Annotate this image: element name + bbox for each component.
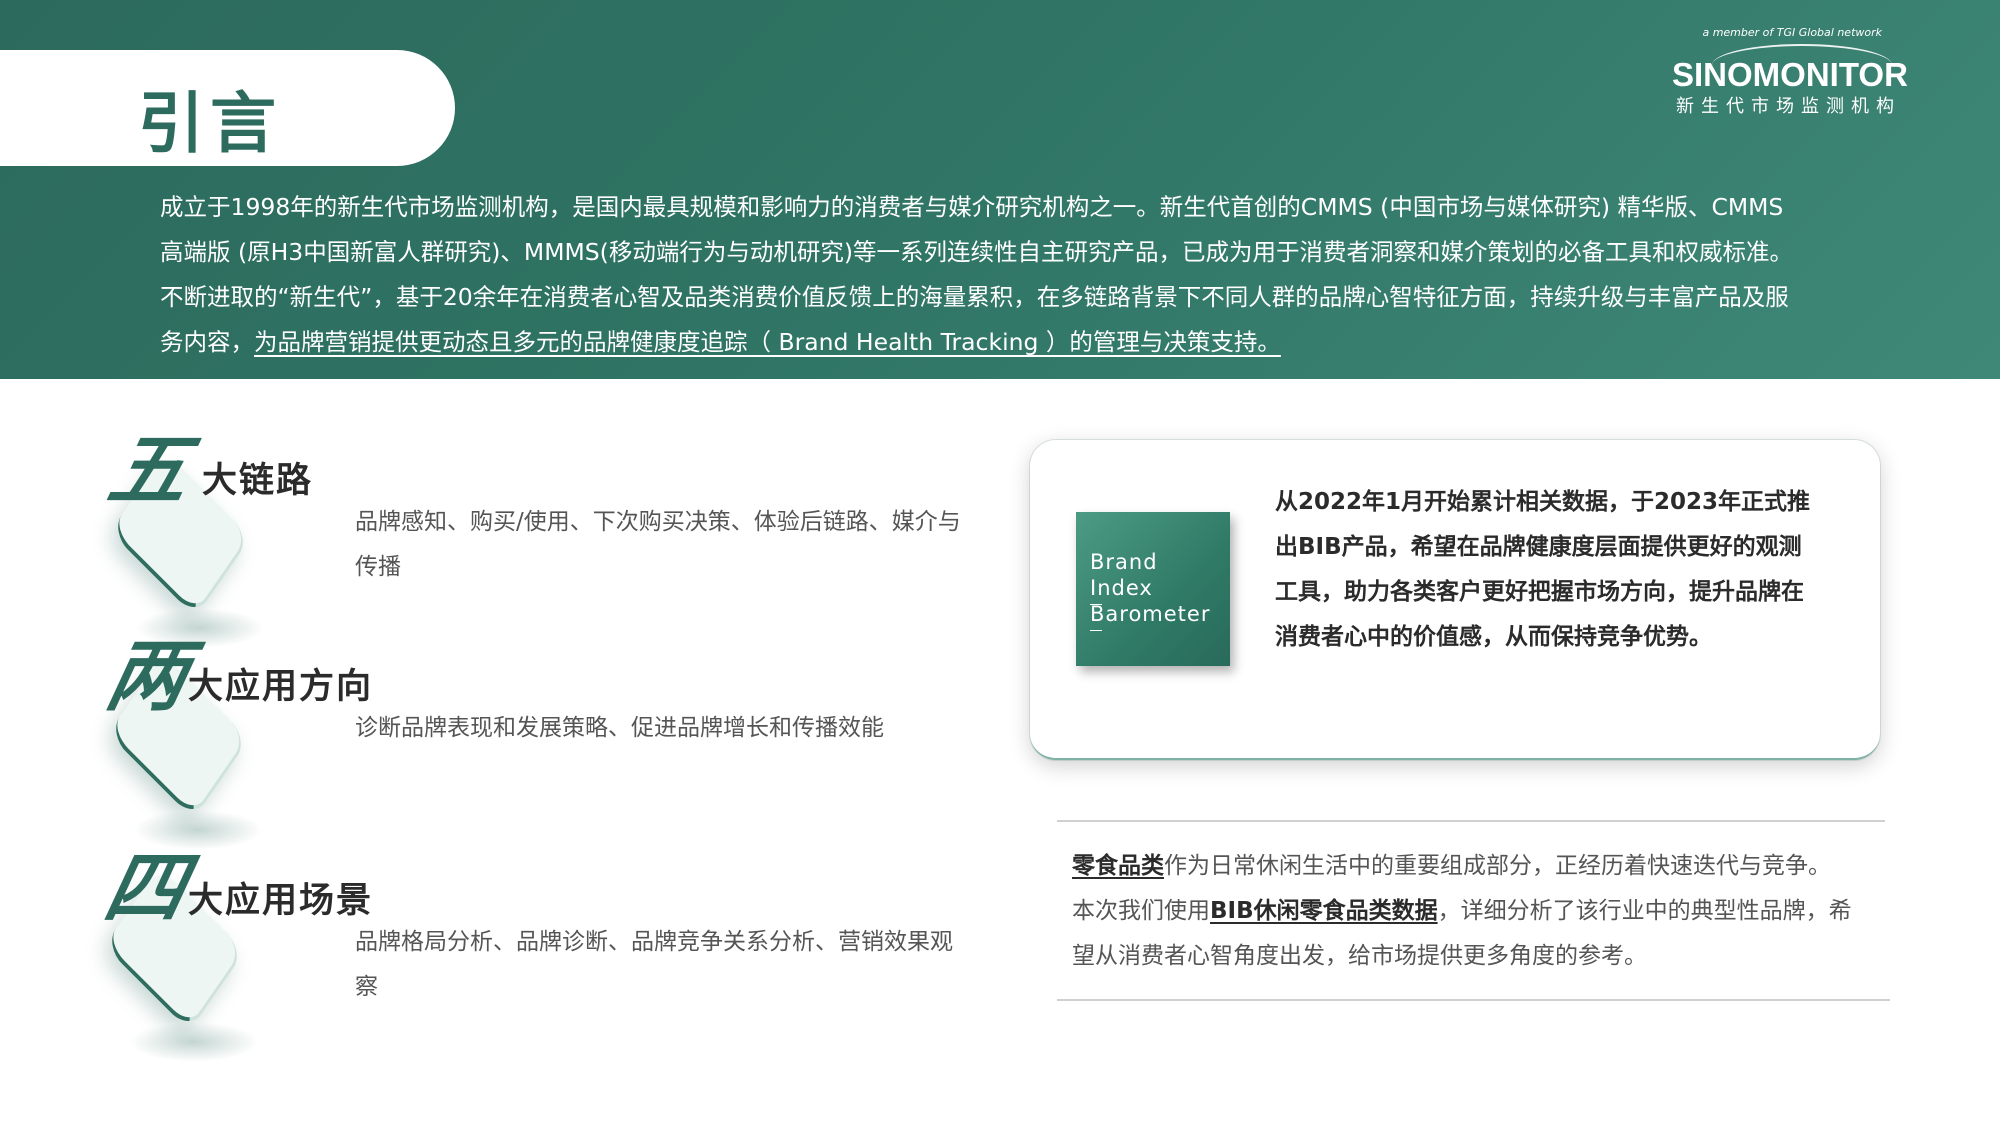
intro-paragraph: 成立于1998年的新生代市场监测机构，是国内最具规模和影响力的消费者与媒介研究机… bbox=[160, 185, 1920, 365]
snack-paragraph: 零食品类作为日常休闲生活中的重要组成部分，正经历着快速迭代与竞争。本次我们使用B… bbox=[1072, 844, 1852, 979]
section-3-title: 大应用场景 bbox=[188, 881, 374, 921]
logo-tagline: a member of TGI Global network bbox=[1702, 26, 1882, 39]
intro-highlight: 为品牌营销提供更动态且多元的品牌健康度追踪（ Brand Health Trac… bbox=[254, 328, 1281, 356]
logo-wordmark: SINOMONITOR bbox=[1672, 56, 1908, 93]
intro-line: 不断进取的“新生代”，基于20余年在消费者心智及品类消费价值反馈上的海量累积，在… bbox=[160, 283, 1789, 311]
divider-bottom bbox=[1057, 999, 1890, 1001]
header-banner: 引言 a member of TGI Global network SINOMO… bbox=[0, 0, 2000, 379]
section-1-title: 大链路 bbox=[202, 461, 314, 501]
bib-logo-line: Barometer bbox=[1090, 602, 1211, 626]
snack-keyword: 零食品类 bbox=[1072, 853, 1164, 879]
snack-data-keyword: BIB休闲零食品类数据 bbox=[1210, 898, 1438, 924]
bib-logo-line: Index bbox=[1090, 576, 1153, 600]
sinomonitor-logo: a member of TGI Global network SINOMONIT… bbox=[1660, 18, 1920, 118]
bib-logo-underline bbox=[1090, 630, 1102, 631]
section-2-title: 大应用方向 bbox=[188, 667, 374, 707]
intro-line-prefix: 务内容， bbox=[160, 328, 254, 356]
divider-top bbox=[1057, 820, 1885, 822]
bib-card: Brand Index Barometer 从2022年1月开始累计相关数据，于… bbox=[1030, 440, 1880, 760]
bib-logo-line: Brand bbox=[1090, 550, 1158, 574]
page-title: 引言 bbox=[138, 85, 282, 162]
intro-line: 务内容，为品牌营销提供更动态且多元的品牌健康度追踪（ Brand Health … bbox=[160, 320, 1920, 365]
section-3-desc: 品牌格局分析、品牌诊断、品牌竞争关系分析、营销效果观察 bbox=[355, 929, 953, 1000]
section-1-desc: 品牌感知、购买/使用、下次购买决策、体验后链路、媒介与传播 bbox=[355, 509, 961, 580]
bib-card-text: 从2022年1月开始累计相关数据，于2023年正式推出BIB产品，希望在品牌健康… bbox=[1275, 489, 1811, 650]
section-2-desc: 诊断品牌表现和发展策略、促进品牌增长和传播效能 bbox=[355, 715, 884, 741]
bib-logo: Brand Index Barometer bbox=[1076, 512, 1230, 666]
diamond-shadow bbox=[129, 1022, 259, 1062]
bib-logo-underline bbox=[1090, 604, 1102, 605]
title-pill: 引言 bbox=[0, 50, 455, 166]
intro-line: 高端版 (原H3中国新富人群研究)、MMMS(移动端行为与动机研究)等一系列连续… bbox=[160, 238, 1794, 266]
logo-subtitle: 新生代市场监测机构 bbox=[1676, 96, 1901, 117]
intro-line: 成立于1998年的新生代市场监测机构，是国内最具规模和影响力的消费者与媒介研究机… bbox=[160, 193, 1784, 221]
